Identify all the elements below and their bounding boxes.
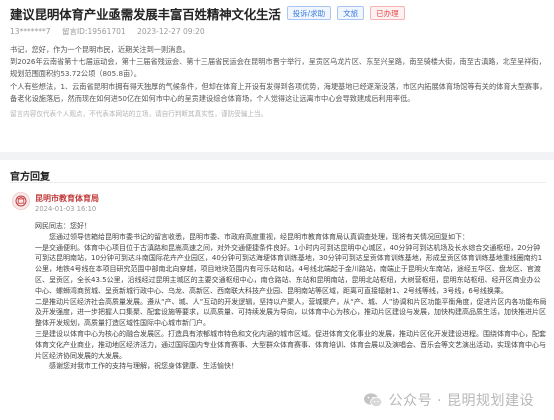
wechat-watermark: 公众号 · 昆明规划建设	[358, 388, 538, 412]
section-divider	[0, 152, 554, 160]
reply-org-name: 昆明市教育体育局	[35, 194, 99, 203]
government-emblem-icon	[15, 195, 27, 207]
message-paragraph: 书记，您好，作为一个昆明市民，近期关注到一则消息。	[10, 45, 190, 54]
wechat-icon	[363, 393, 382, 407]
reply-paragraph: 二是推动片区经济社会高质量发展。遵从“产、城、人”互动的开发逻辑，坚持以产聚人，…	[35, 297, 547, 328]
reply-section-title: 官方回复	[10, 172, 50, 183]
reply-date: 2024-01-03 16:10	[35, 205, 97, 213]
reply-paragraph: 三是建设以体育中心为核心的融合发展区。打造具有浓郁城市特色和文化内涵的城市区域。…	[35, 329, 546, 360]
domain-tag[interactable]: 文旅	[337, 6, 365, 20]
reply-paragraph: 一是交通便利。体育中心项目位于古滇路和昆嵩高速之间，对外交通便捷条件良好。1小时…	[35, 243, 543, 295]
message-title: 建议昆明体育产业亟需发展丰富百姓精神文化生活	[10, 6, 281, 22]
message-meta: 13*******7 留言ID:19561701 2023-12-27 09:2…	[10, 26, 546, 38]
disclaimer-note: 留言内容仅代表个人观点，不代表本网站的立场，请自行判断其真实性，谨防受骗上当。	[10, 110, 268, 119]
category-tag[interactable]: 投诉/求助	[286, 6, 332, 20]
watermark-text: 公众号 · 昆明规划建设	[388, 393, 534, 409]
message-block: 建议昆明体育产业亟需发展丰富百姓精神文化生活 投诉/求助 文旅 已办理 13**…	[10, 0, 546, 119]
message-paragraph: 备老化设施落后，然而现在如何进50亿在如何市中心的呈贡建设综合体育场，个人觉得这…	[10, 93, 415, 103]
message-time: 2023-12-27 09:20	[137, 27, 205, 36]
reply-paragraph: 感谢您对我市工作的支持与理解，祝您身体健康、生活愉快！	[49, 362, 238, 371]
reply-paragraph: 您通过领导信箱给昆明市委书记的留言收悉，昆明市委、市政府高度重视，经昆明市教育体…	[49, 232, 469, 241]
reply-content: 网民同志：您好！ 您通过领导信箱给昆明市委书记的留言收悉，昆明市委、市政府高度重…	[35, 221, 547, 372]
status-badge: 已办理	[370, 6, 405, 20]
reply-divider	[10, 182, 546, 183]
message-id: 留言ID:19561701	[61, 27, 126, 36]
message-paragraph: 到2026年云南省第十七届运动会，第十三届省残运会、第十三届省民运会在昆明市晋宁…	[10, 57, 546, 67]
title-row: 建议昆明体育产业亟需发展丰富百姓精神文化生活 投诉/求助 文旅 已办理	[10, 0, 546, 26]
message-content: 书记，您好，作为一个昆明市民，近期关注到一则消息。 到2026年云南省第十七届运…	[10, 44, 546, 105]
message-paragraph: 规划范围面积约53.72公顷（805.8亩）。	[10, 69, 141, 79]
reply-greeting: 网民同志：您好！	[35, 222, 91, 230]
user-id: 13*******7	[10, 27, 51, 36]
org-avatar	[12, 192, 30, 210]
message-paragraph: 个人有些想法，1、云南省昆明市拥有得天独厚的气候条件，但却在体育上开设有发得到各…	[10, 81, 546, 91]
